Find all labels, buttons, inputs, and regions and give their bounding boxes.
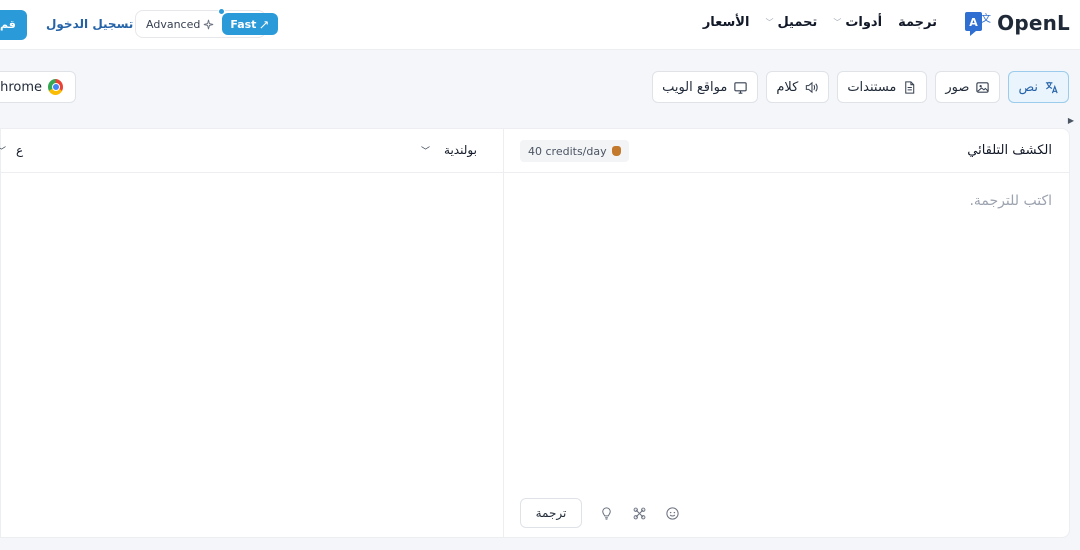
mode-advanced-label: Advanced	[146, 17, 201, 31]
mode-fast-button[interactable]: Fast	[218, 8, 279, 35]
svg-text:文: 文	[981, 12, 991, 25]
tab-label: نص	[1018, 79, 1038, 95]
bulb-icon[interactable]	[598, 505, 614, 521]
tab-speech[interactable]: كلام	[766, 71, 830, 103]
logo[interactable]: A 文 OpenL	[964, 9, 1070, 37]
credits-text: 40 credits/day	[528, 144, 607, 158]
chevron-down-icon: ﹀	[765, 18, 774, 27]
mode-advanced-button[interactable]: Advanced	[138, 13, 222, 35]
credits-badge: 40 credits/day	[520, 140, 629, 162]
caret-right-icon[interactable]: ▶	[1068, 116, 1074, 125]
nav-translate[interactable]: ترجمة	[898, 15, 937, 30]
mode-fast-label: Fast	[230, 17, 257, 31]
chevron-down-icon: ﹀	[0, 144, 6, 157]
sparkle-icon[interactable]	[631, 505, 647, 521]
speaker-icon	[806, 81, 818, 93]
nav-label: أدوات	[845, 15, 883, 30]
second-target-language-select[interactable]: ع ﹀	[0, 143, 23, 157]
nav-download[interactable]: تحميل ﹀	[765, 15, 817, 30]
translate-button-label: ترجمة	[535, 506, 567, 520]
smile-icon[interactable]	[664, 505, 680, 521]
mode-tabs: نص صور مستندات كلام مواقع الويب	[652, 71, 1069, 103]
logo-text: OpenL	[997, 11, 1070, 35]
nav-tools[interactable]: أدوات ﹀	[833, 15, 882, 30]
chevron-down-icon: ﹀	[421, 146, 431, 157]
chrome-label: Chrome	[0, 79, 42, 95]
nav-label: الأسعار	[702, 15, 750, 30]
chevron-down-icon: ﹀	[833, 18, 842, 27]
tab-text[interactable]: نص	[1008, 71, 1069, 103]
translation-panels: الكشف التلقائي 40 credits/day بولندية ﹀ …	[0, 128, 1070, 538]
source-text-input[interactable]: اكتب للترجمة.	[969, 193, 1052, 209]
status-dot	[218, 8, 226, 15]
tab-label: مستندات	[847, 79, 897, 95]
mode-toggle: Advanced Fast	[135, 8, 279, 38]
tab-label: صور	[945, 79, 970, 95]
rocket-icon	[260, 20, 269, 29]
top-header: A 文 OpenL ترجمة أدوات ﹀ تحميل ﹀ الأسعار …	[0, 0, 1080, 50]
login-link[interactable]: تسجيل الدخول	[46, 17, 133, 31]
tab-label: كلام	[776, 79, 799, 95]
translate-button[interactable]: ترجمة	[520, 498, 582, 528]
image-icon	[976, 81, 990, 93]
tab-images[interactable]: صور	[935, 71, 1001, 103]
action-bar: ترجمة	[520, 498, 697, 528]
second-target-language-label: ع	[16, 143, 24, 157]
target-language-select[interactable]: بولندية ﹀	[421, 143, 477, 157]
nav-label: تحميل	[777, 15, 818, 30]
monitor-icon	[734, 81, 747, 94]
main-nav: ترجمة أدوات ﹀ تحميل ﹀ الأسعار	[687, 15, 937, 30]
tab-documents[interactable]: مستندات	[837, 71, 928, 103]
chrome-icon	[48, 79, 63, 95]
nav-pricing[interactable]: الأسعار	[703, 15, 750, 30]
nav-label: ترجمة	[898, 15, 937, 30]
chrome-extension-button[interactable]: Chrome	[0, 71, 76, 103]
sparkle-icon	[204, 19, 214, 29]
document-icon	[905, 80, 915, 94]
money-bag-icon	[611, 146, 621, 156]
source-language-select[interactable]: الكشف التلقائي	[967, 143, 1052, 158]
panel-header-divider	[1, 172, 1069, 173]
translate-icon	[1045, 81, 1058, 93]
target-language-label: بولندية	[444, 143, 477, 157]
logo-icon: A 文	[964, 9, 992, 37]
svg-text:A: A	[969, 16, 978, 29]
signup-label: قم	[0, 18, 16, 31]
panel-divider	[503, 129, 504, 537]
tab-websites[interactable]: مواقع الويب	[652, 71, 759, 103]
tab-label: مواقع الويب	[662, 79, 728, 95]
signup-button[interactable]: قم	[0, 10, 27, 40]
